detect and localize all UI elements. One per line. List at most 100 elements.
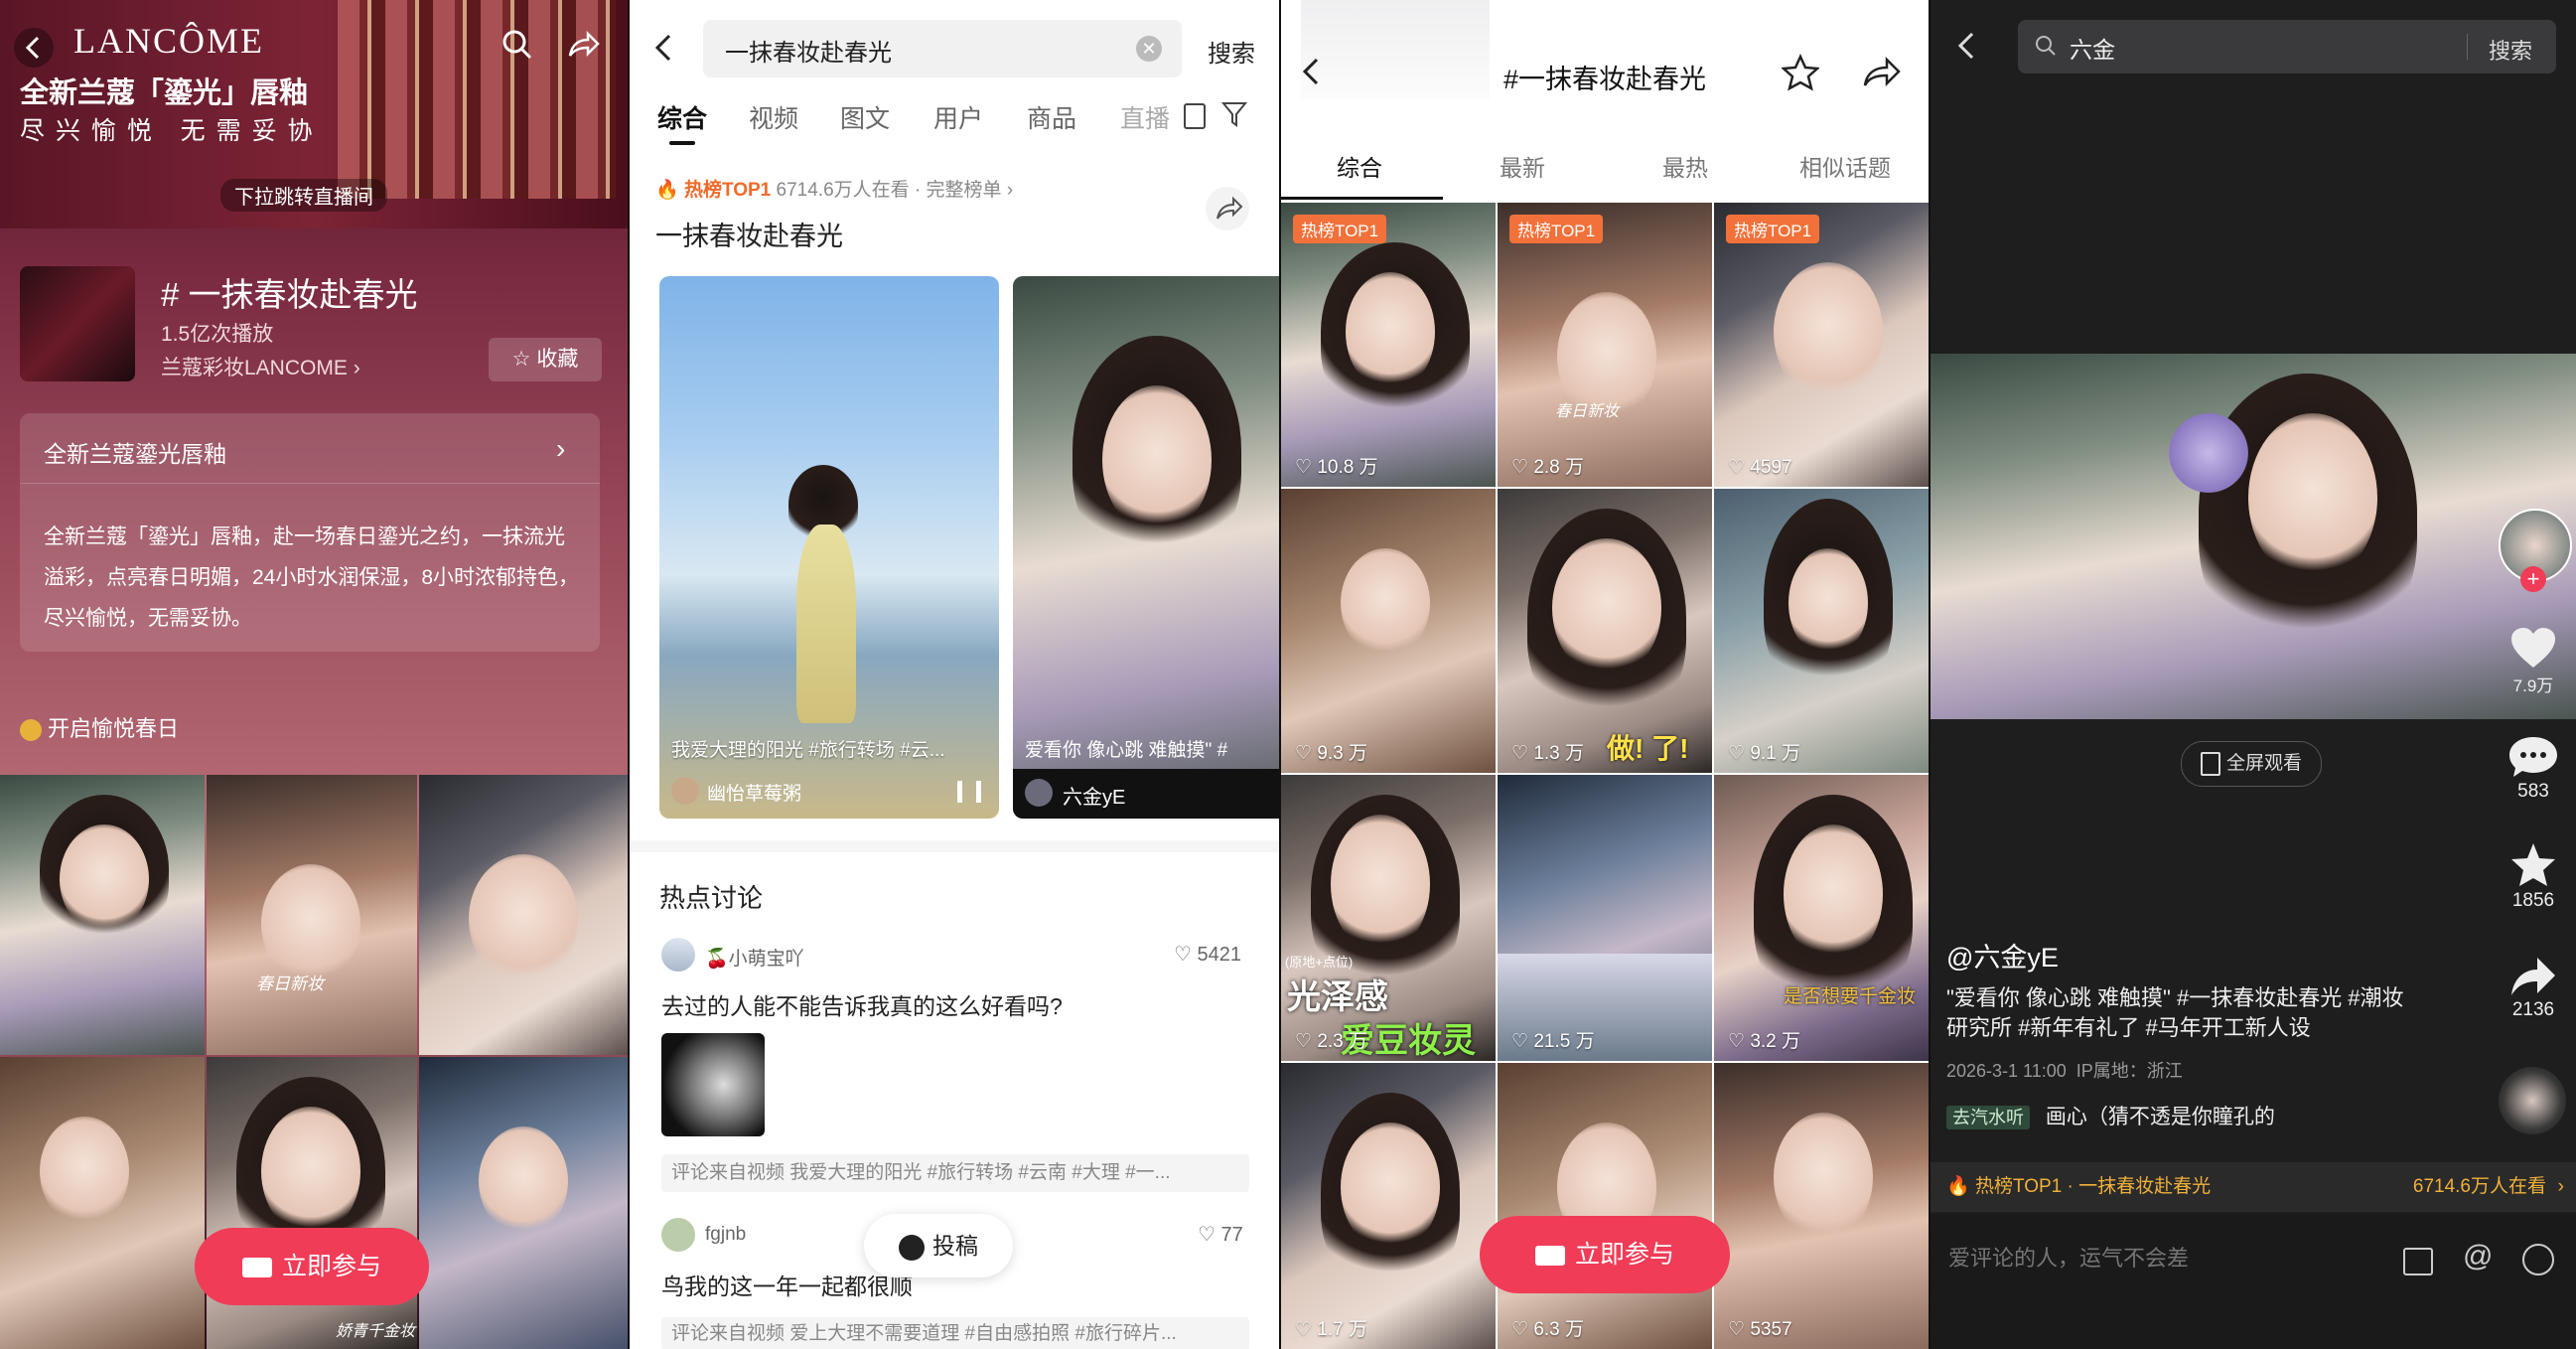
share-action[interactable]: 2136 (2497, 954, 2570, 1021)
share-icon[interactable] (566, 30, 600, 60)
avatar[interactable] (661, 1218, 695, 1252)
tab-user[interactable]: 用户 (933, 99, 983, 135)
product-card[interactable]: 全新兰蔻鎏光唇釉 › 全新兰蔻「鎏光」唇釉，赴一场春日鎏光之约，一抹流光溢彩，点… (20, 413, 600, 652)
share-icon[interactable] (1206, 187, 1249, 230)
topic-heading[interactable]: 一抹春妆赴春光 (655, 215, 843, 253)
comment-action[interactable]: 583 (2497, 733, 2570, 803)
hot-bar[interactable]: 🔥 热榜TOP1 · 一抹春妆赴春光 6714.6万人在看 › (1931, 1162, 2576, 1212)
back-icon[interactable] (649, 30, 677, 66)
grid-thumb[interactable]: 热榜TOP1 ♡ 10.8 万 (1281, 203, 1496, 487)
tab-all[interactable]: 综合 (1337, 149, 1382, 183)
search-box[interactable]: ✕ (703, 20, 1182, 77)
search-button[interactable]: 搜索 (1208, 34, 1255, 69)
grid-thumb[interactable]: ♡ 5357 (1714, 1063, 1929, 1349)
avatar[interactable] (661, 938, 695, 972)
search-button[interactable]: 搜索 (2489, 34, 2532, 66)
join-button[interactable]: 立即参与 (1480, 1216, 1730, 1293)
grid-thumb[interactable]: ♡ 21.5 万 (1498, 775, 1712, 1061)
grid-thumb[interactable]: ♡ 1.7 万 (1281, 1063, 1496, 1349)
favorite-button[interactable]: ☆ 收藏 (489, 338, 602, 381)
grid-thumb[interactable] (0, 1057, 205, 1349)
search-box[interactable]: 搜索 (2018, 20, 2556, 74)
music-disc[interactable] (2499, 1067, 2566, 1134)
tab-bar: 综合 最新 最热 相似话题 (1281, 149, 1929, 201)
search-input[interactable] (723, 32, 1124, 68)
pull-to-live-hint[interactable]: 下拉跳转直播间 (220, 179, 387, 212)
emoji-icon[interactable] (2522, 1244, 2554, 1275)
search-icon[interactable] (501, 28, 534, 62)
comment-user[interactable]: fgjnb (705, 1224, 746, 1246)
video-author[interactable]: 幽怡草莓粥 (707, 779, 801, 806)
tab-video[interactable]: 视频 (749, 99, 798, 135)
video-camera-icon (241, 1258, 272, 1278)
tab-latest[interactable]: 最新 (1500, 149, 1545, 183)
filter-icon[interactable] (1221, 99, 1247, 129)
fullscreen-button[interactable]: 全屏观看 (2181, 741, 2322, 787)
video-frame[interactable] (1931, 354, 2576, 719)
pause-icon[interactable] (957, 781, 981, 803)
video-card[interactable]: 爱看你 像心跳 难触摸" # 六金yE (1013, 276, 1279, 819)
comment-text[interactable]: 鸟我的这一年一起都很顺 (661, 1268, 913, 1301)
music-tag[interactable]: 去汽水听 (1946, 1106, 2030, 1129)
share-icon[interactable] (1861, 56, 1901, 89)
avatar[interactable] (1025, 779, 1053, 807)
grid-thumb[interactable]: ♡ 1.3 万 做! 了! (1498, 489, 1712, 773)
join-button[interactable]: 立即参与 (195, 1228, 429, 1305)
grid-thumb[interactable]: 是否想要千金妆 ♡ 3.2 万 (1714, 775, 1929, 1061)
comment-source[interactable]: 评论来自视频 我爱大理的阳光 #旅行转场 #云南 #大理 #一... (661, 1154, 1249, 1192)
star-icon[interactable] (1782, 54, 1819, 91)
hot-badge: 热榜TOP1 (1726, 215, 1820, 243)
video-author[interactable]: 六金yE (1063, 781, 1125, 810)
search-input[interactable] (2068, 30, 2429, 66)
post-button[interactable]: 投稿 (864, 1214, 1013, 1277)
back-icon[interactable] (1297, 54, 1325, 89)
heart-icon: ♡ (1198, 1224, 1216, 1246)
ad-banner[interactable]: LANCÔME 全新兰蔻「鎏光」唇釉 尽 兴 愉 悦 无 需 妥 协 下拉跳转直… (0, 0, 628, 228)
grid-thumb[interactable]: (原地+点位) 光泽感 爱豆妆灵魂 ♡ 2.3 万 (1281, 775, 1496, 1061)
like-action[interactable]: 7.9万 (2497, 626, 2570, 696)
comment-input[interactable] (1946, 1238, 2367, 1279)
clear-icon[interactable]: ✕ (1136, 36, 1162, 62)
grid-thumb[interactable]: ♡ 6.3 万 (1498, 1063, 1712, 1349)
grid-thumb[interactable]: ♡ 9.3 万 (1281, 489, 1496, 773)
tablet-icon[interactable] (1184, 103, 1206, 129)
video-card[interactable]: 我爱大理的阳光 #旅行转场 #云... 幽怡草莓粥 (659, 276, 999, 819)
fullscreen-label: 全屏观看 (2225, 753, 2302, 774)
brand-link[interactable]: 兰蔻彩妆LANCOME › (161, 352, 360, 381)
favorite-action[interactable]: 1856 (2497, 840, 2570, 912)
header-banner (1301, 0, 1490, 99)
video-description[interactable]: "爱看你 像心跳 难触摸" #一抹春妆赴春光 #潮妆研究所 #新年有礼了 #马年… (1946, 983, 2413, 1043)
tab-live[interactable]: 直播 (1120, 99, 1170, 135)
avatar[interactable] (671, 777, 699, 805)
grid-thumb[interactable] (419, 775, 628, 1055)
grid-thumb[interactable] (0, 775, 205, 1055)
grid-thumb[interactable]: 热榜TOP1 ♡ 4597 (1714, 203, 1929, 487)
comment-user[interactable]: 🍒小萌宝吖 (705, 944, 804, 971)
tab-all[interactable]: 综合 (657, 99, 707, 135)
spring-link[interactable]: 开启愉悦春日 (20, 711, 179, 743)
tab-similar[interactable]: 相似话题 (1799, 149, 1891, 183)
tab-hottest[interactable]: 最热 (1662, 149, 1708, 183)
grid-thumb[interactable] (419, 1057, 628, 1349)
grid-thumb[interactable]: 春日新妆 (207, 775, 417, 1055)
back-icon[interactable] (14, 28, 54, 68)
comment-image[interactable] (661, 1033, 765, 1136)
fire-icon: 🔥 (655, 180, 679, 201)
comment-likes[interactable]: ♡ 77 (1198, 1222, 1243, 1247)
grid-thumb[interactable]: ♡ 9.1 万 (1714, 489, 1929, 773)
tab-goods[interactable]: 商品 (1027, 99, 1076, 135)
hot-rank-row[interactable]: 🔥 热榜TOP1 6714.6万人在看 · 完整榜单 › (655, 175, 1013, 202)
comment-source[interactable]: 评论来自视频 爱上大理不需要道理 #自由感拍照 #旅行碎片... (661, 1317, 1249, 1349)
comment-likes[interactable]: ♡ 5421 (1174, 942, 1241, 967)
camera-icon (899, 1234, 925, 1261)
music-row[interactable]: 去汽水听 画心（猜不透是你瞳孔的 (1946, 1101, 2275, 1130)
link-icon (20, 719, 42, 742)
comment-text[interactable]: 去过的人能不能告诉我真的这么好看吗? (661, 987, 1063, 1021)
grid-thumb[interactable]: 热榜TOP1 春日新妆 ♡ 2.8 万 (1498, 203, 1712, 487)
image-icon[interactable] (2403, 1248, 2433, 1275)
mention-icon[interactable]: @ (2463, 1240, 2493, 1274)
tab-image-text[interactable]: 图文 (840, 99, 890, 135)
author-name[interactable]: @六金yE (1946, 936, 2059, 974)
follow-icon[interactable]: + (2520, 566, 2546, 592)
back-icon[interactable] (1952, 28, 1980, 64)
